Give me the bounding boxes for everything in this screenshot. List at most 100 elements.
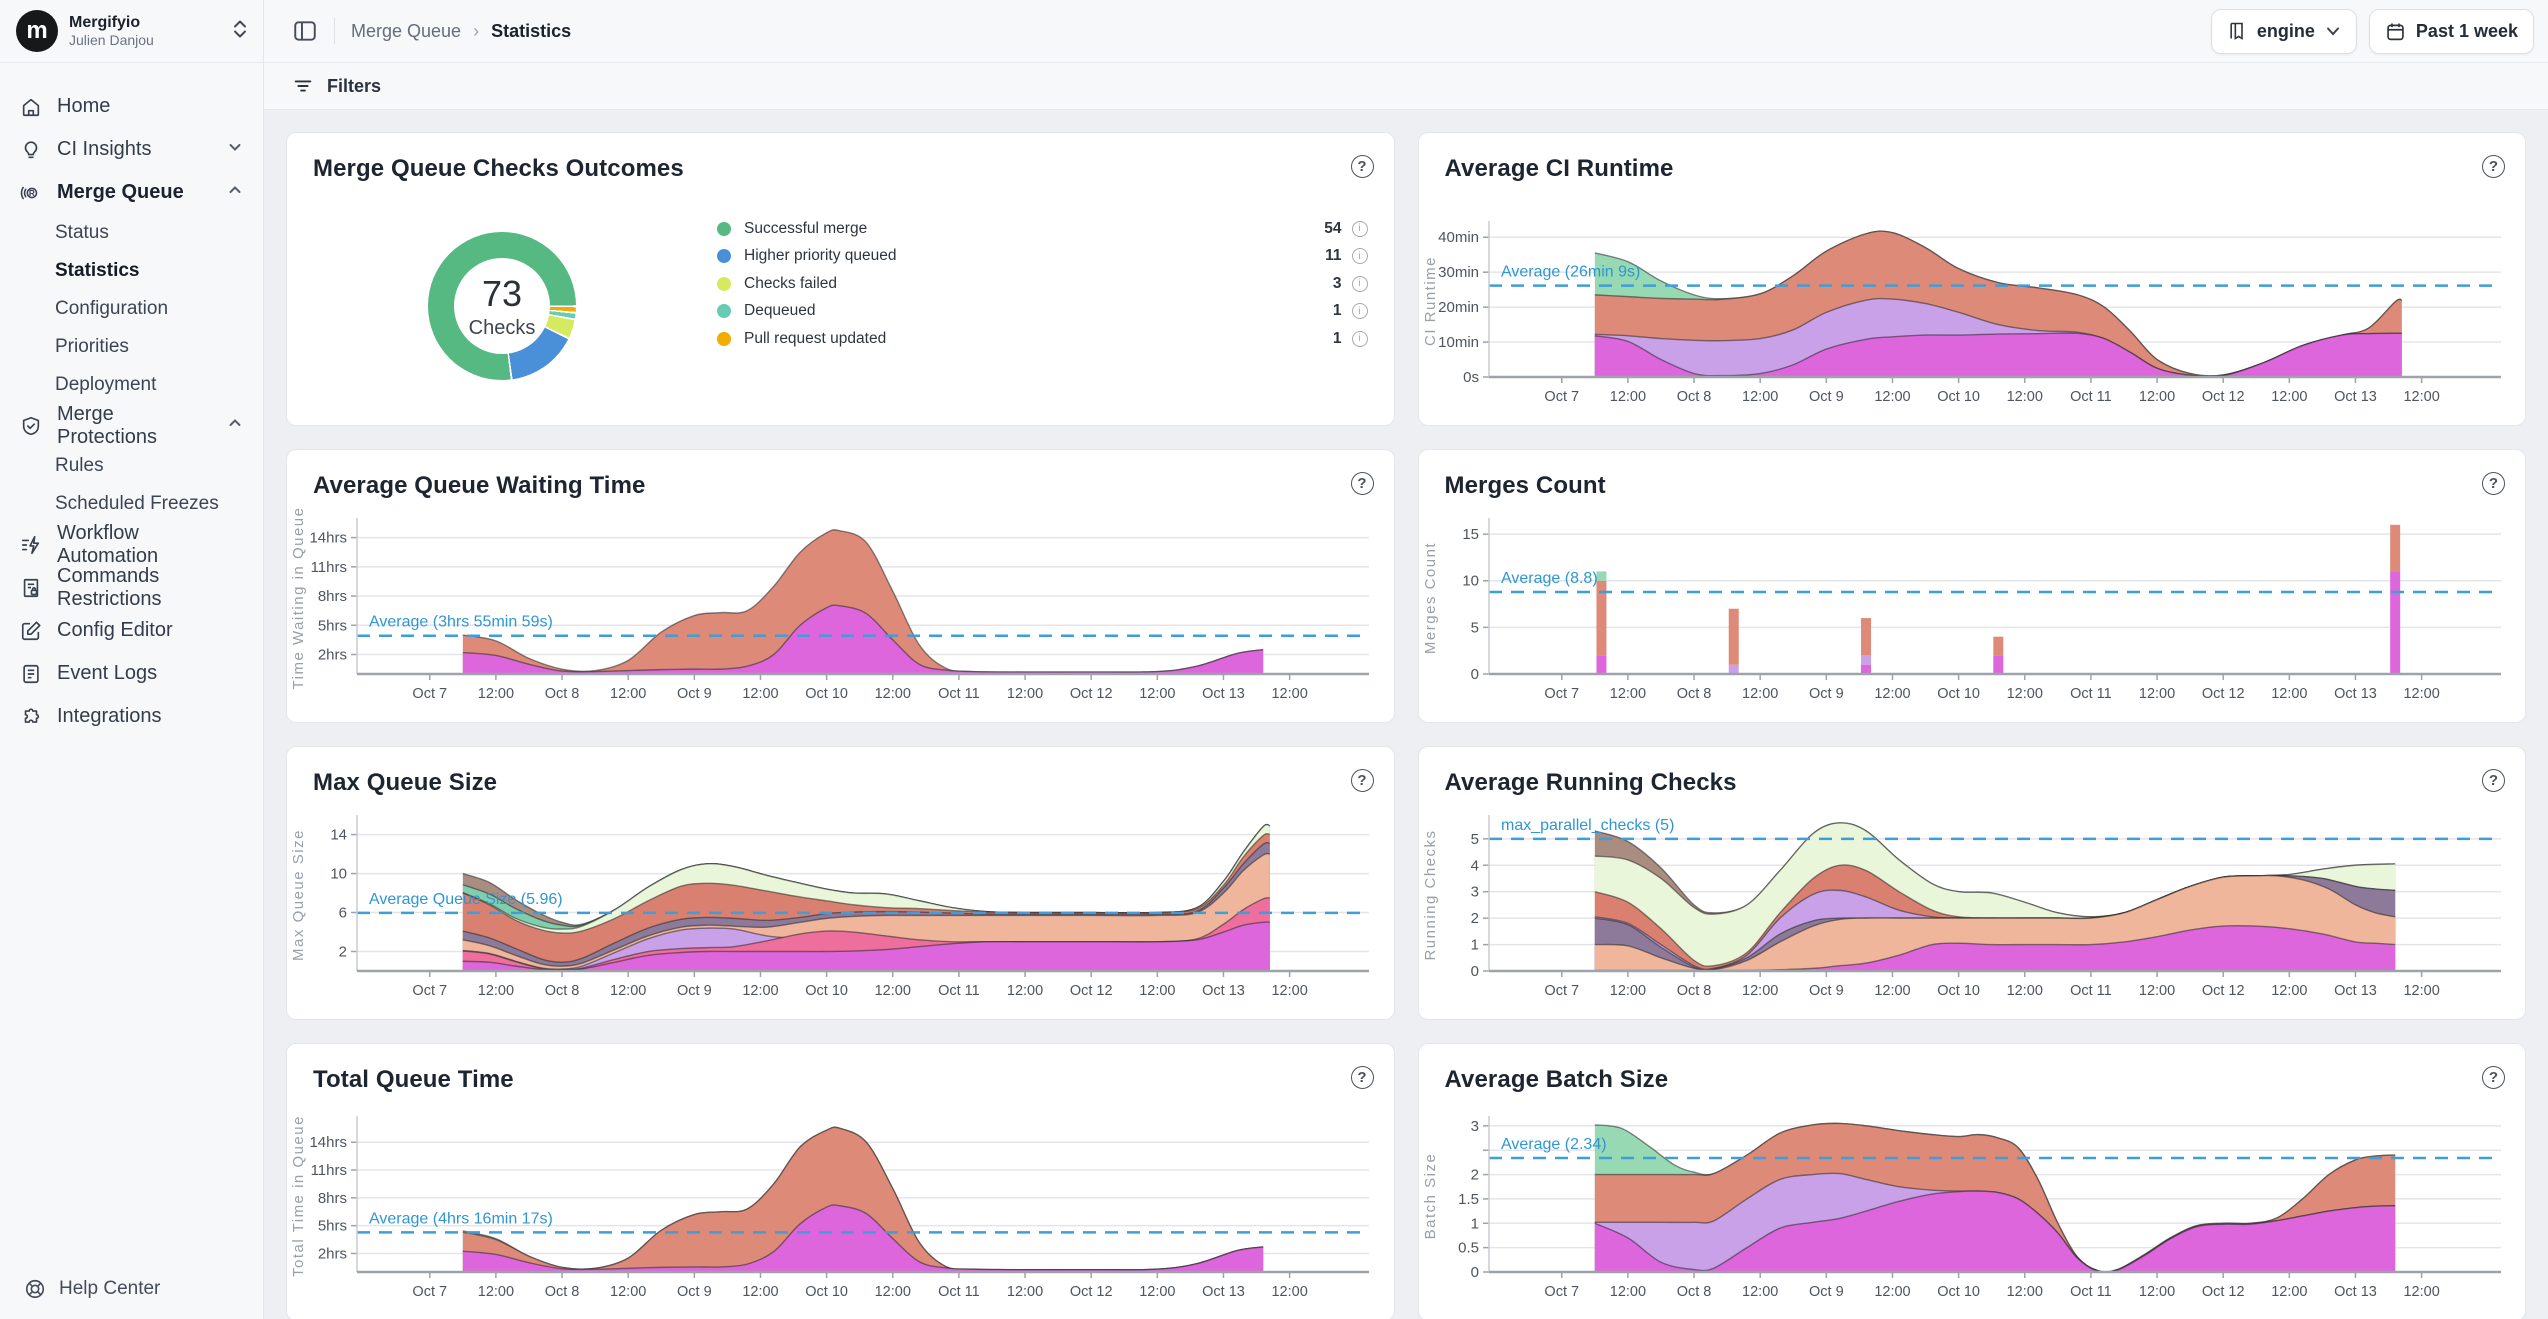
svg-text:Oct 7: Oct 7 <box>412 983 447 999</box>
sidebar-item-commands-restrictions[interactable]: Commands Restrictions <box>10 566 253 609</box>
svg-text:12:00: 12:00 <box>742 686 778 702</box>
sidebar-item-label: Statistics <box>55 260 139 282</box>
svg-text:12:00: 12:00 <box>742 983 778 999</box>
sidebar-item-scheduled-freezes[interactable]: Scheduled Freezes <box>10 485 253 523</box>
svg-text:12:00: 12:00 <box>875 983 911 999</box>
help-icon[interactable]: ? <box>1351 155 1374 178</box>
svg-text:Max Queue Size: Max Queue Size <box>290 829 307 961</box>
svg-text:12:00: 12:00 <box>478 1284 514 1300</box>
svg-text:8hrs: 8hrs <box>318 588 347 605</box>
chart-plot[interactable]: 012345max_parallel_checks (5)Oct 712:00O… <box>1419 803 2526 1015</box>
legend-item[interactable]: Higher priority queued11i <box>717 243 1368 271</box>
chart-card-total-queue-time: Total Queue Time?2hrs5hrs8hrs11hrs14hrsA… <box>286 1043 1395 1319</box>
filter-icon <box>292 75 314 97</box>
sidebar-item-ci-insights[interactable]: CI Insights <box>10 128 253 171</box>
info-icon[interactable]: i <box>1352 248 1368 264</box>
svg-text:0: 0 <box>1470 1264 1478 1281</box>
svg-text:Oct 7: Oct 7 <box>1544 1284 1579 1300</box>
sidebar-nav: Home CI Insights RMerge QueueStatus Statist… <box>0 63 263 1259</box>
svg-text:Oct 12: Oct 12 <box>2201 686 2244 702</box>
info-icon[interactable]: i <box>1352 303 1368 319</box>
sidebar-item-deployment[interactable]: Deployment <box>10 366 253 404</box>
filters-bar[interactable]: Filters <box>264 63 2548 110</box>
legend-item[interactable]: Dequeued1i <box>717 298 1368 326</box>
svg-text:Oct 10: Oct 10 <box>805 1284 848 1300</box>
sidebar-item-configuration[interactable]: Configuration <box>10 290 253 328</box>
sidebar-item-merge-queue[interactable]: RMerge Queue <box>10 171 253 214</box>
sidebar-item-status[interactable]: Status <box>10 214 253 252</box>
sidebar-item-integrations[interactable]: Integrations <box>10 695 253 738</box>
svg-text:Oct 11: Oct 11 <box>938 1284 980 1300</box>
help-icon[interactable]: ? <box>2482 472 2505 495</box>
legend-item[interactable]: Checks failed3i <box>717 270 1368 298</box>
sidebar-item-label: Rules <box>55 455 104 477</box>
info-icon[interactable]: i <box>1352 276 1368 292</box>
checks-outcomes-donut[interactable]: 73Checks <box>428 232 576 380</box>
sidebar-item-statistics[interactable]: Statistics <box>10 252 253 290</box>
sidebar-item-event-logs[interactable]: Event Logs <box>10 652 253 695</box>
sidebar-item-rules[interactable]: Rules <box>10 447 253 485</box>
sidebar-item-label: Configuration <box>55 298 168 320</box>
cards-grid: Merge Queue Checks Outcomes?73ChecksSucc… <box>286 132 2526 1319</box>
svg-text:Oct 11: Oct 11 <box>2070 1284 2112 1300</box>
chart-plot[interactable]: 2hrs5hrs8hrs11hrs14hrsAverage (4hrs 16mi… <box>287 1104 1394 1316</box>
svg-text:Oct 12: Oct 12 <box>1070 686 1113 702</box>
svg-text:R: R <box>29 189 35 198</box>
legend-item[interactable]: Pull request updated1i <box>717 325 1368 353</box>
svg-text:Oct 7: Oct 7 <box>412 1284 447 1300</box>
svg-text:2: 2 <box>339 944 347 961</box>
svg-text:12:00: 12:00 <box>1271 1284 1307 1300</box>
sidebar-toggle-icon[interactable] <box>292 18 318 44</box>
svg-text:12:00: 12:00 <box>2271 389 2307 405</box>
breadcrumb-merge-queue[interactable]: Merge Queue <box>351 21 461 42</box>
svg-text:12:00: 12:00 <box>1609 983 1645 999</box>
svg-text:Oct 8: Oct 8 <box>1676 983 1711 999</box>
repository-select[interactable]: engine <box>2211 9 2357 54</box>
svg-text:Oct 11: Oct 11 <box>2070 389 2112 405</box>
dashboard-content: Merge Queue Checks Outcomes?73ChecksSucc… <box>264 110 2548 1319</box>
sidebar-item-label: CI Insights <box>57 138 212 161</box>
time-range-button[interactable]: Past 1 week <box>2369 9 2534 54</box>
svg-text:Oct 12: Oct 12 <box>2201 389 2244 405</box>
help-icon[interactable]: ? <box>2482 1066 2505 1089</box>
divider <box>334 18 335 44</box>
help-icon[interactable]: ? <box>2482 155 2505 178</box>
info-icon[interactable]: i <box>1352 221 1368 237</box>
chart-plot[interactable]: 051015Average (8.8)Oct 712:00Oct 812:00O… <box>1419 506 2526 718</box>
sidebar-item-workflow-automation[interactable]: Workflow Automation <box>10 523 253 566</box>
chart-plot[interactable]: 2hrs5hrs8hrs11hrs14hrsAverage (3hrs 55mi… <box>287 506 1394 718</box>
checks-outcomes-body: 73ChecksSuccessful merge54iHigher priori… <box>287 187 1394 425</box>
svg-text:20min: 20min <box>1438 299 1479 316</box>
chevron-up-down-icon[interactable] <box>231 19 249 44</box>
help-icon[interactable]: ? <box>1351 769 1374 792</box>
mergify-logo: m <box>16 10 58 52</box>
svg-text:12:00: 12:00 <box>2006 983 2042 999</box>
help-center-link[interactable]: Help Center <box>0 1259 263 1319</box>
svg-text:2: 2 <box>1470 1167 1478 1184</box>
sidebar-item-label: Workflow Automation <box>57 522 243 568</box>
svg-text:12:00: 12:00 <box>2403 686 2439 702</box>
sidebar-item-config-editor[interactable]: Config Editor <box>10 609 253 652</box>
svg-text:Oct 11: Oct 11 <box>938 686 980 702</box>
help-icon[interactable]: ? <box>1351 472 1374 495</box>
svg-text:12:00: 12:00 <box>1271 686 1307 702</box>
repository-label: engine <box>2257 21 2315 42</box>
sidebar: m Mergifyio Julien Danjou Home CI Insight… <box>0 0 264 1319</box>
help-icon[interactable]: ? <box>1351 1066 1374 1089</box>
workspace-switcher[interactable]: m Mergifyio Julien Danjou <box>0 0 263 63</box>
help-icon[interactable]: ? <box>2482 769 2505 792</box>
svg-text:Oct 8: Oct 8 <box>1676 686 1711 702</box>
legend-label: Higher priority queued <box>744 247 1325 265</box>
svg-text:Oct 9: Oct 9 <box>677 1284 712 1300</box>
sidebar-item-priorities[interactable]: Priorities <box>10 328 253 366</box>
info-icon[interactable]: i <box>1352 331 1368 347</box>
chart-plot[interactable]: 261014Average Queue Size (5.96)Oct 712:0… <box>287 803 1394 1015</box>
sidebar-item-home[interactable]: Home <box>10 85 253 128</box>
svg-text:2hrs: 2hrs <box>318 647 347 664</box>
chart-plot[interactable]: 0s10min20min30min40minAverage (26min 9s)… <box>1419 191 2526 421</box>
svg-text:11hrs: 11hrs <box>311 559 347 576</box>
legend-item[interactable]: Successful merge54i <box>717 215 1368 243</box>
sidebar-item-merge-protections[interactable]: Merge Protections <box>10 404 253 447</box>
svg-text:14hrs: 14hrs <box>309 1134 347 1151</box>
chart-plot[interactable]: 00.511.523Average (2.34)Oct 712:00Oct 81… <box>1419 1104 2526 1316</box>
